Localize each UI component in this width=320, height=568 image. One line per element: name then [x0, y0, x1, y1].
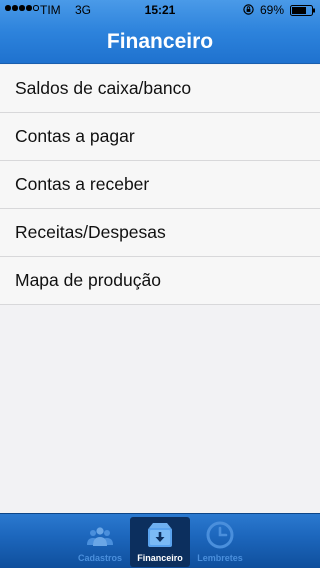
- page-title: Financeiro: [106, 30, 214, 53]
- download-box-icon: [148, 523, 172, 547]
- menu-item-receitas-despesas[interactable]: Receitas/Despesas: [0, 209, 320, 257]
- menu-item-saldos[interactable]: Saldos de caixa/banco: [0, 65, 320, 113]
- top-bar: TIM 3G 15:21 69% Financeiro: [0, 0, 320, 64]
- menu-item-contas-a-receber[interactable]: Contas a receber: [0, 161, 320, 209]
- menu-item-label: Saldos de caixa/banco: [15, 78, 192, 98]
- tab-label: Financeiro: [137, 553, 183, 563]
- status-bar: TIM 3G 15:21 69%: [0, 0, 320, 20]
- rotation-lock-icon: [243, 4, 254, 15]
- screen: TIM 3G 15:21 69% Financeiro Saldos de ca…: [0, 0, 320, 568]
- menu-item-label: Contas a pagar: [15, 126, 135, 146]
- menu-item-label: Receitas/Despesas: [15, 222, 166, 242]
- menu-item-contas-a-pagar[interactable]: Contas a pagar: [0, 113, 320, 161]
- tab-financeiro[interactable]: Financeiro: [130, 517, 190, 567]
- menu-item-mapa-de-producao[interactable]: Mapa de produção: [0, 257, 320, 305]
- tab-cadastros[interactable]: Cadastros: [70, 517, 130, 567]
- battery-icon: [290, 5, 315, 16]
- battery-percentage: 69%: [260, 3, 285, 17]
- menu-item-label: Contas a receber: [15, 174, 150, 194]
- financeiro-menu-list: Saldos de caixa/banco Contas a pagar Con…: [0, 65, 320, 305]
- tab-label: Lembretes: [197, 553, 243, 563]
- tab-lembretes[interactable]: Lembretes: [190, 517, 250, 567]
- clock-icon: [206, 521, 234, 549]
- tab-label: Cadastros: [77, 553, 122, 563]
- menu-item-label: Mapa de produção: [15, 270, 161, 290]
- tab-bar: Cadastros Financeiro Lembretes: [0, 513, 320, 568]
- people-icon: [87, 527, 113, 546]
